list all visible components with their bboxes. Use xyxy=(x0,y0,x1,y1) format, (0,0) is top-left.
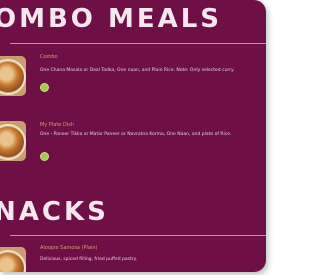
veg-badge-icon xyxy=(40,83,49,92)
item-name: Combo xyxy=(40,54,58,60)
item-name: My Plate Dish xyxy=(40,122,74,128)
menu-item-combo[interactable]: Combo One Chana Masala or Daal Tadka, On… xyxy=(0,52,266,112)
item-description: Delicious, spiced filling, fried puffed … xyxy=(40,257,138,262)
item-name: Aloopie Samosa (Plain) xyxy=(40,245,98,251)
section-title-combo-meals: OMBO MEALS xyxy=(0,4,222,34)
section-divider xyxy=(10,43,266,44)
item-description: One - Paneer Tikka or Matar Paneer or Na… xyxy=(40,132,232,137)
item-description: One Chana Masala or Daal Tadka, One naan… xyxy=(40,68,235,73)
menu-item-my-plate-dish[interactable]: My Plate Dish One - Paneer Tikka or Mata… xyxy=(0,119,266,179)
section-title-snacks: NACKS xyxy=(0,197,109,227)
menu-item-samosa[interactable]: Aloopie Samosa (Plain) Delicious, spiced… xyxy=(0,243,266,272)
veg-badge-icon xyxy=(40,152,49,161)
menu-card: OMBO MEALS Combo One Chana Masala or Daa… xyxy=(0,0,266,272)
section-divider xyxy=(10,235,266,236)
dish-thumbnail[interactable] xyxy=(0,247,26,272)
dish-thumbnail[interactable] xyxy=(0,56,26,96)
dish-thumbnail[interactable] xyxy=(0,121,26,161)
